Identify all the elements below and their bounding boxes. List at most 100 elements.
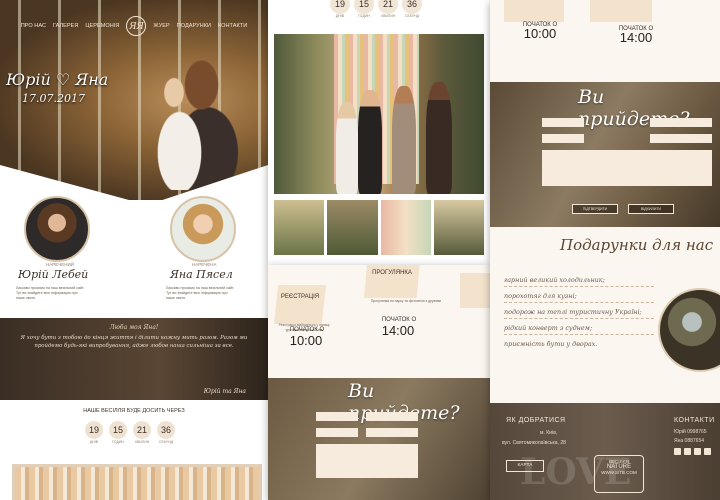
nav-about[interactable]: ПРО НАС bbox=[21, 23, 46, 29]
event-time: 14:00 bbox=[619, 30, 653, 45]
event-registration: РЕЄСТРАЦІЯ bbox=[274, 285, 326, 324]
bride-bio: Ласкаво просимо на наш весільний сайт. Т… bbox=[166, 286, 235, 300]
nature-badge: ВЕСІЛЛЯ NATURE www.site.com bbox=[594, 455, 644, 493]
countdown-unit: хвилин bbox=[380, 14, 396, 18]
guest-figure bbox=[426, 82, 452, 194]
countdown-unit: годин bbox=[358, 14, 370, 18]
ceremony-photo-preview bbox=[12, 464, 262, 500]
social-icon[interactable] bbox=[684, 448, 691, 455]
message-textarea[interactable] bbox=[316, 444, 418, 478]
quote-text: Я хочу бути з тобою до кінця життя і діл… bbox=[20, 335, 248, 349]
ceremony-photo[interactable] bbox=[274, 34, 484, 194]
countdown-unit: годин bbox=[112, 440, 124, 444]
countdown-number: 21 bbox=[378, 0, 398, 14]
social-icon[interactable] bbox=[694, 448, 701, 455]
how-to-get-title: ЯК ДОБРАТИСЯ bbox=[506, 417, 566, 424]
confirm-button[interactable]: ПІДТВЕРДИТИ bbox=[572, 204, 618, 214]
top-nav: ПРО НАС ГАЛЕРЕЯ ЦЕРЕМОНІЯ ЯЯ ЖУЕР ПОДАРУ… bbox=[0, 16, 268, 36]
countdown-hours: 15 годин bbox=[352, 0, 376, 18]
bride-figure bbox=[336, 102, 358, 194]
phone-bride: Яна 0887654 bbox=[674, 438, 705, 444]
dropdown-field[interactable] bbox=[542, 134, 584, 143]
decline-button[interactable]: ВІДХИЛИТИ bbox=[628, 204, 674, 214]
event-box bbox=[590, 0, 652, 22]
dropdown-field[interactable] bbox=[366, 428, 418, 437]
badge-line: www.site.com bbox=[601, 470, 637, 475]
groom-figure bbox=[358, 90, 382, 194]
wish-item: подорож на теплі туристичну Україні; bbox=[504, 308, 642, 316]
phone-groom: Юрій 0998765 bbox=[674, 429, 707, 435]
nav-gifts[interactable]: ПОДАРУНКИ bbox=[177, 23, 211, 29]
wish-item: приємність бути у дворах. bbox=[504, 340, 598, 348]
event-desc: Прогулянка по парку та фотосесія з друзя… bbox=[370, 299, 442, 303]
monogram-logo[interactable]: ЯЯ bbox=[126, 16, 147, 36]
gallery-panel: 19 днів 15 годин 21 хвилин 36 секунд bbox=[268, 0, 490, 265]
address-street: вул. Святомиколаївська, 28 bbox=[502, 440, 566, 446]
countdown-unit: днів bbox=[335, 14, 345, 18]
wish-divider bbox=[504, 334, 654, 335]
countdown-unit: хвилин bbox=[134, 440, 150, 444]
bride-role: НАРЕЧЕНА bbox=[192, 262, 217, 267]
countdown-number: 19 bbox=[330, 0, 350, 14]
nav-gallery[interactable]: ГАЛЕРЕЯ bbox=[53, 23, 78, 29]
countdown-number: 19 bbox=[85, 421, 103, 439]
bride-avatar bbox=[170, 196, 236, 262]
gifts-title: Подарунки для нас bbox=[560, 236, 714, 254]
gift-photo bbox=[658, 288, 720, 372]
event-walk: ПРОГУЛЯНКА bbox=[364, 265, 420, 298]
program-panel: ❤ РЕЄСТРАЦІЯ ПРОГУЛЯНКА Реєстрація відбу… bbox=[268, 265, 490, 500]
couple-image bbox=[130, 40, 240, 190]
dropdown-field[interactable] bbox=[316, 428, 358, 437]
hero-date: 17.07.2017 bbox=[22, 92, 85, 105]
name-field[interactable] bbox=[542, 118, 584, 127]
event-time: 14:00 bbox=[381, 323, 415, 338]
gallery-thumb[interactable] bbox=[274, 200, 325, 255]
countdown-hours: 15 годин bbox=[108, 421, 128, 444]
countdown-days: 19 днів bbox=[84, 421, 104, 444]
rsvp-section: Ви прийдете? bbox=[268, 378, 490, 500]
wish-divider bbox=[504, 318, 654, 319]
rsvp-section: Ви прийдете? ПІДТВЕРДИТИ ВІДХИЛИТИ bbox=[490, 82, 720, 227]
gallery-thumb[interactable] bbox=[380, 200, 431, 255]
nav-jury[interactable]: ЖУЕР bbox=[153, 23, 169, 29]
groom-bio: Ласкаво просимо на наш весільний сайт. Т… bbox=[16, 286, 85, 300]
countdown-number: 36 bbox=[157, 421, 175, 439]
wish-item: гарний великий холодильник; bbox=[504, 276, 605, 284]
guests-field[interactable] bbox=[650, 118, 712, 127]
event-box-cut bbox=[460, 273, 490, 308]
countdown-label: НАШЕ ВЕСІЛЛЯ БУДЕ ДОСИТЬ ЧЕРЕЗ bbox=[83, 408, 185, 414]
countdown-number: 15 bbox=[109, 421, 127, 439]
event-box bbox=[504, 0, 564, 22]
social-icon[interactable] bbox=[704, 448, 711, 455]
countdown-number: 36 bbox=[402, 0, 422, 14]
quote-section: Люба моя Яна! Я хочу бути з тобою до кін… bbox=[0, 318, 268, 400]
social-icon[interactable] bbox=[674, 448, 681, 455]
message-textarea[interactable] bbox=[542, 150, 712, 186]
nav-contacts[interactable]: КОНТАКТИ bbox=[218, 23, 247, 29]
countdown-number: 15 bbox=[354, 0, 374, 14]
event-time: 10:00 bbox=[523, 26, 557, 41]
wish-divider bbox=[504, 286, 654, 287]
event-time: 10:00 bbox=[289, 333, 323, 348]
wish-item: порохотяг для кузні; bbox=[504, 292, 577, 300]
gallery-thumb[interactable] bbox=[327, 200, 378, 255]
landing-panel: ПРО НАС ГАЛЕРЕЯ ЦЕРЕМОНІЯ ЯЯ ЖУЕР ПОДАРУ… bbox=[0, 0, 268, 500]
groom-avatar bbox=[24, 196, 90, 262]
gallery-thumbnails bbox=[274, 200, 484, 255]
countdown-days: 19 днів bbox=[328, 0, 352, 18]
groom-role: НАРЕЧЕНИЙ bbox=[46, 262, 74, 267]
name-field[interactable] bbox=[316, 412, 358, 421]
guests-field[interactable] bbox=[366, 412, 418, 421]
wish-divider bbox=[504, 302, 654, 303]
nav-ceremony[interactable]: ЦЕРЕМОНІЯ bbox=[85, 23, 119, 29]
countdown-unit: секунд bbox=[158, 440, 174, 444]
gallery-thumb[interactable] bbox=[433, 200, 484, 255]
hero-names: Юрій ♡ Яна bbox=[6, 70, 109, 89]
dropdown-field[interactable] bbox=[650, 134, 712, 143]
map-button[interactable]: КАРТА bbox=[506, 460, 544, 472]
address-city: м. Київ, bbox=[540, 430, 558, 436]
countdown-minutes: 21 хвилин bbox=[132, 421, 152, 444]
quote-heading: Люба моя Яна! bbox=[109, 324, 159, 331]
countdown-minutes: 21 хвилин bbox=[376, 0, 400, 18]
countdown-seconds: 36 секунд bbox=[400, 0, 424, 18]
